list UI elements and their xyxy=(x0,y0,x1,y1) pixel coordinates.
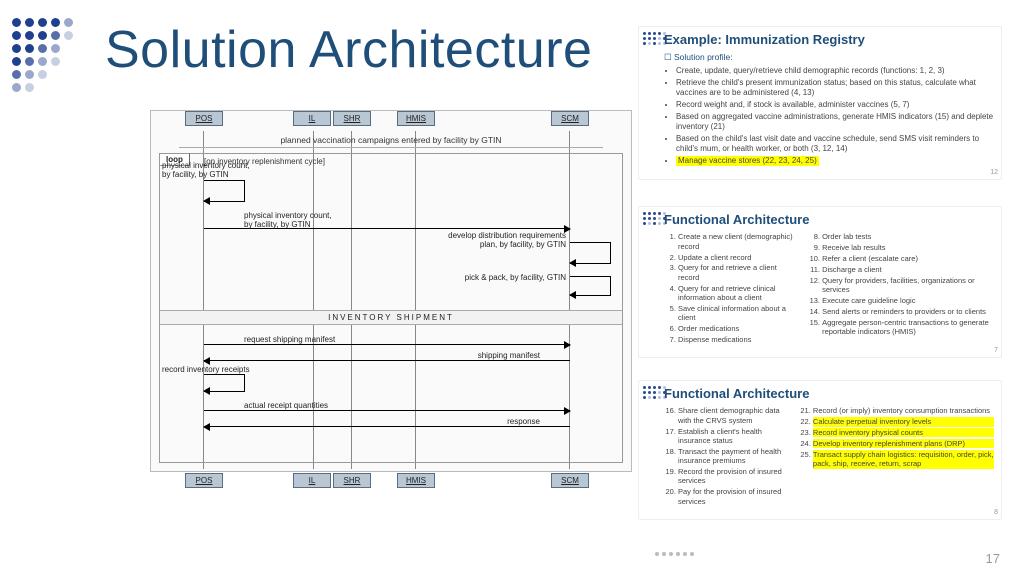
thumb-immunization: Example: Immunization Registry ☐ Solutio… xyxy=(638,26,1002,180)
actor-il-tail: IL xyxy=(293,473,331,488)
thumb-pageno: 12 xyxy=(990,169,998,178)
actor-pos: POS xyxy=(185,111,223,126)
slide-title: Solution Architecture xyxy=(105,20,592,80)
dot-logo xyxy=(12,18,88,94)
thumb-highlight: Manage vaccine stores (22, 23, 24, 25) xyxy=(676,156,819,166)
thumb-func-arch-2: Functional Architecture Share client dem… xyxy=(638,380,1002,520)
dot-logo-icon xyxy=(643,212,667,226)
sequence-diagram: POS IL SHR HMIS SCM planned vaccination … xyxy=(150,110,632,472)
actor-hmis-tail: HMIS xyxy=(397,473,435,488)
selfmsg-scm-plan: develop distribution requirements plan, … xyxy=(570,242,611,264)
thumb-func-arch-1: Functional Architecture Create a new cli… xyxy=(638,206,1002,358)
page-number: 17 xyxy=(986,551,1000,566)
thumb-subtitle: ☐ Solution profile: xyxy=(664,52,994,63)
thumb-bullets: Create, update, query/retrieve child dem… xyxy=(664,66,994,166)
fa2-right: Record (or imply) inventory consumption … xyxy=(799,406,994,507)
thumb-title: Functional Architecture xyxy=(664,386,994,402)
actor-hmis: HMIS xyxy=(397,111,435,126)
actor-scm: SCM xyxy=(551,111,589,126)
actor-shr-tail: SHR xyxy=(333,473,371,488)
actor-il: IL xyxy=(293,111,331,126)
msg-req-manifest: request shipping manifest xyxy=(204,344,570,345)
thumb-pageno: 7 xyxy=(994,347,998,356)
actor-pos-tail: POS xyxy=(185,473,223,488)
thumb-title: Functional Architecture xyxy=(664,212,994,228)
block-inventory-shipment: INVENTORY SHIPMENT xyxy=(160,310,622,325)
msg-actual-qty: actual receipt quantities xyxy=(204,410,570,411)
thumb-title: Example: Immunization Registry xyxy=(664,32,994,48)
dot-logo-icon xyxy=(643,32,667,46)
actor-scm-tail: SCM xyxy=(551,473,589,488)
thumb-pageno: 8 xyxy=(994,509,998,518)
msg-response: response xyxy=(204,426,570,427)
fa1-right: Order lab tests Receive lab results Refe… xyxy=(808,232,994,346)
msg-count-fwd: physical inventory count, by facility, b… xyxy=(204,228,570,229)
msg-ship-manifest: shipping manifest xyxy=(204,360,570,361)
progress-beads xyxy=(655,552,694,556)
fa2-left: Share client demographic data with the C… xyxy=(664,406,789,507)
selfmsg-pos-count: physical inventory count, by facility, b… xyxy=(204,180,245,202)
diagram-caption: planned vaccination campaigns entered by… xyxy=(179,135,603,148)
selfmsg-scm-pick: pick & pack, by facility, GTIN xyxy=(570,276,611,296)
fa1-left: Create a new client (demographic) record… xyxy=(664,232,798,346)
actor-shr: SHR xyxy=(333,111,371,126)
selfmsg-record-receipts: record inventory receipts xyxy=(204,374,245,392)
dot-logo-icon xyxy=(643,386,667,400)
loop-frame: loop [on inventory replenishment cycle] … xyxy=(159,153,623,463)
